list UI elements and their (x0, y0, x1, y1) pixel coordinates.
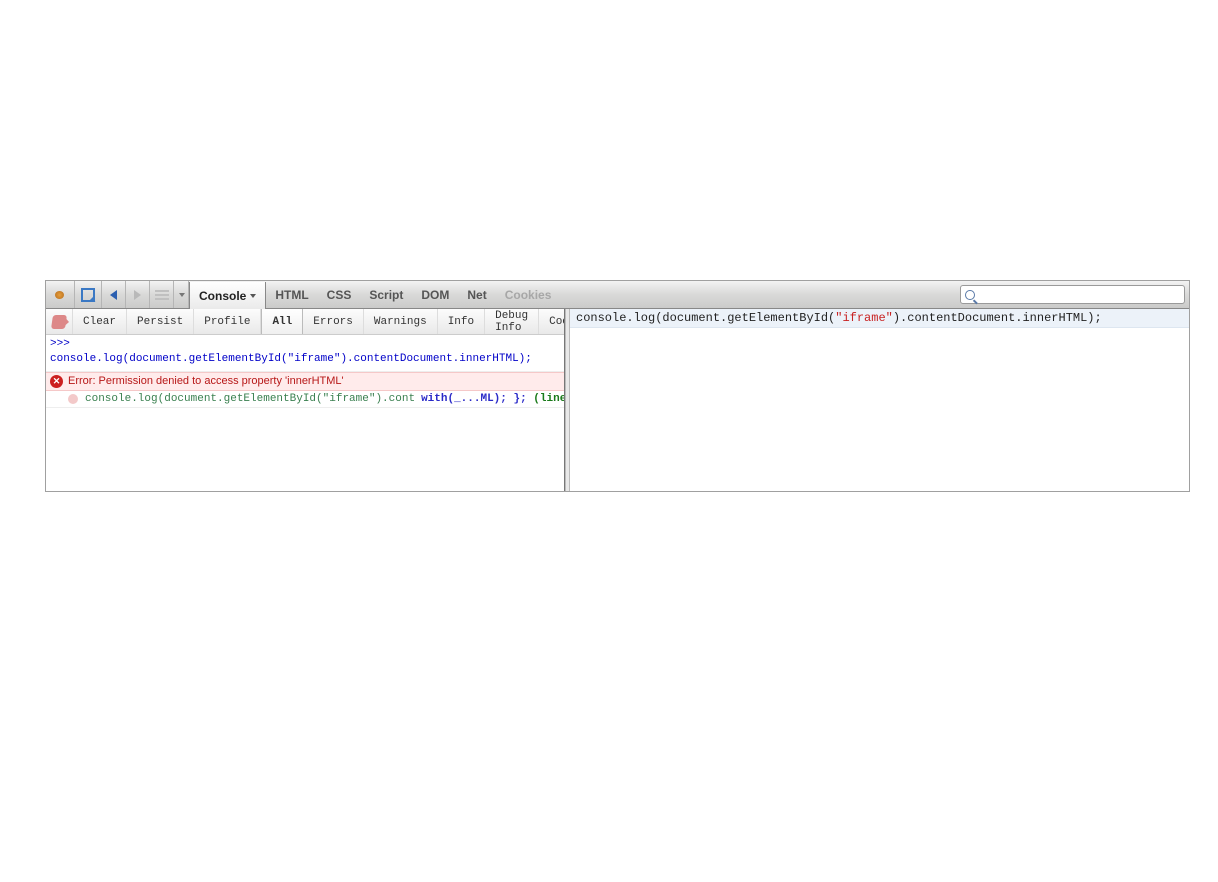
chevron-down-icon (179, 293, 185, 297)
filter-info-button[interactable]: Info (438, 309, 485, 334)
filter-all-button[interactable]: All (261, 309, 303, 334)
breakpoint-dot-icon (68, 394, 78, 404)
filter-debug-button[interactable]: Debug Info (485, 309, 539, 334)
command-editor-pane[interactable]: console.log(document.getElementById("ifr… (570, 309, 1189, 491)
trace-source: with(_...ML); }; (line 2) (421, 393, 564, 405)
filter-warnings-button[interactable]: Warnings (364, 309, 438, 334)
filter-cookies-button[interactable]: Cookies (539, 309, 565, 334)
bug-icon (52, 289, 68, 301)
persist-button[interactable]: Persist (127, 309, 194, 334)
console-sub-toolbar: Clear Persist Profile All Errors Warning… (46, 309, 564, 335)
console-trace-row[interactable]: console.log(document.getElementById("ifr… (46, 391, 564, 408)
console-output-pane: Clear Persist Profile All Errors Warning… (46, 309, 565, 491)
search-box[interactable] (960, 285, 1185, 304)
panel-list-dropdown[interactable] (174, 281, 189, 308)
command-text: console.log(document.getElementById("ifr… (50, 353, 532, 365)
body-split: Clear Persist Profile All Errors Warning… (46, 309, 1189, 491)
nav-forward-button[interactable] (126, 281, 150, 308)
arrow-left-icon (110, 290, 117, 300)
search-input[interactable] (979, 289, 1181, 301)
tab-console[interactable]: Console (189, 282, 266, 309)
tab-net[interactable]: Net (458, 281, 495, 308)
prompt-marker: >>> (50, 338, 70, 350)
error-text: Error: Permission denied to access prope… (68, 375, 344, 387)
panel-list-button[interactable] (150, 281, 174, 308)
tab-console-label: Console (199, 289, 246, 303)
firebug-panel: Console HTML CSS Script DOM Net Cookies … (45, 280, 1190, 492)
main-toolbar: Console HTML CSS Script DOM Net Cookies (46, 281, 1189, 309)
code-post: ).contentDocument.innerHTML); (893, 311, 1102, 325)
tab-html[interactable]: HTML (266, 281, 317, 308)
command-editor-line[interactable]: console.log(document.getElementById("ifr… (570, 309, 1189, 328)
tab-cookies[interactable]: Cookies (496, 281, 561, 308)
tab-css[interactable]: CSS (318, 281, 361, 308)
console-error-row[interactable]: Error: Permission denied to access prope… (46, 372, 564, 391)
console-command-row[interactable]: >>> console.log(document.getElementById(… (46, 335, 564, 372)
firebug-menu-button[interactable] (46, 281, 75, 308)
error-icon (50, 375, 63, 388)
tab-script[interactable]: Script (360, 281, 412, 308)
code-pre: console.log(document.getElementById( (576, 311, 835, 325)
chevron-down-icon (250, 294, 256, 298)
clear-button[interactable]: Clear (73, 309, 127, 334)
lines-icon (155, 290, 169, 300)
inspect-icon (81, 288, 95, 302)
break-icon (51, 315, 67, 329)
search-icon (965, 290, 975, 300)
inspect-button[interactable] (75, 281, 102, 308)
trace-line-number: (line 2) (527, 393, 564, 405)
code-string-literal: "iframe" (835, 311, 893, 325)
arrow-right-icon (134, 290, 141, 300)
tab-dom[interactable]: DOM (412, 281, 458, 308)
break-on-error-button[interactable] (46, 309, 73, 334)
profile-button[interactable]: Profile (194, 309, 261, 334)
nav-back-button[interactable] (102, 281, 126, 308)
trace-code: console.log(document.getElementById("ifr… (85, 393, 415, 405)
filter-errors-button[interactable]: Errors (303, 309, 364, 334)
trace-source-prefix: with(_...ML); }; (421, 393, 527, 405)
